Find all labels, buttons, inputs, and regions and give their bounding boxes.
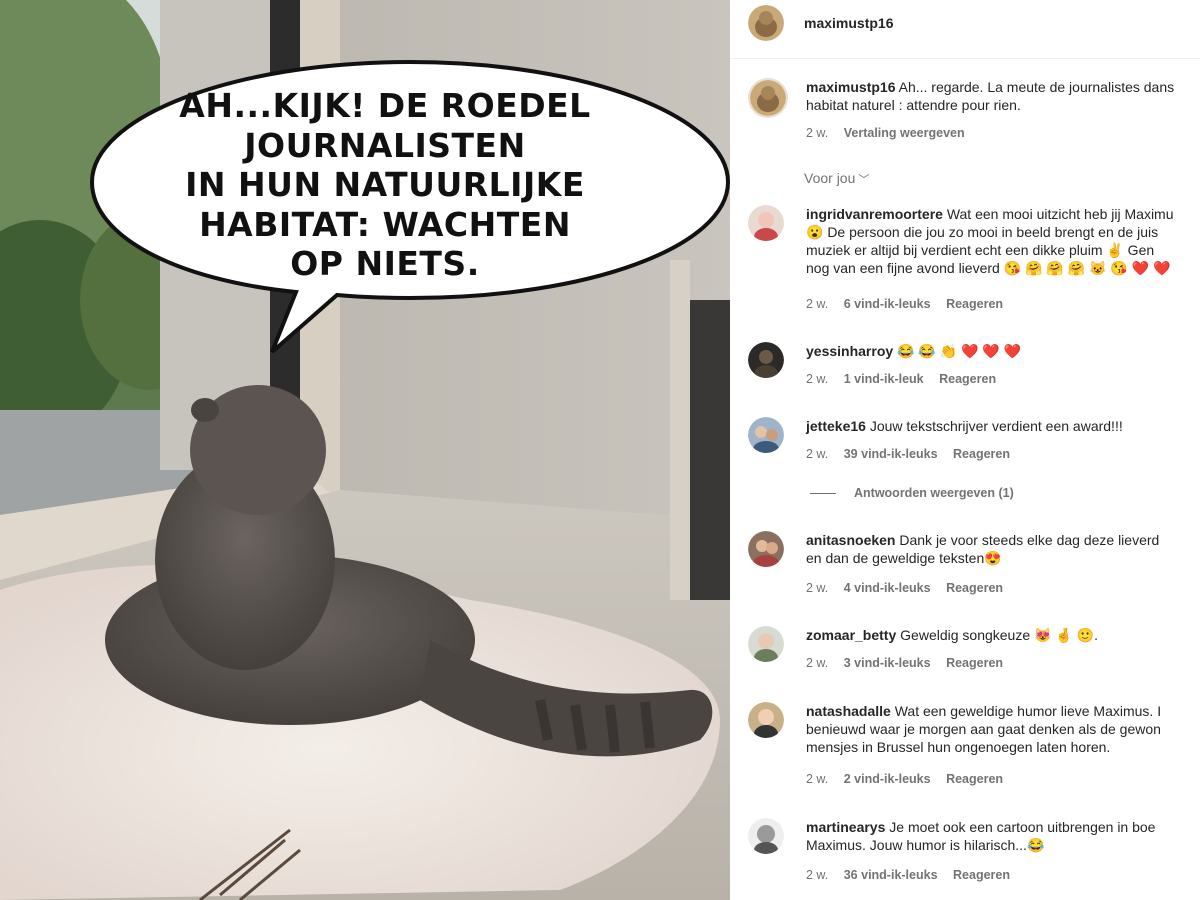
comment-text: ingridvanremoortere Wat een mooi uitzich… [806, 205, 1200, 277]
comment-text: martinearys Je moet ook een cartoon uitb… [806, 818, 1200, 854]
chevron-down-icon: ﹀ [858, 174, 870, 186]
comment-text: anitasnoeken Dank je voor steeds elke da… [806, 531, 1200, 567]
reply-button[interactable]: Reageren [939, 372, 996, 386]
comment-meta: 2 w. 3 vind-ik-leuks Reageren [806, 656, 1015, 670]
comment-time: 2 w. [806, 447, 829, 461]
comment-time: 2 w. [806, 126, 829, 140]
view-replies-button[interactable]: Antwoorden weergeven (1) [810, 486, 1014, 500]
likes-count[interactable]: 2 vind-ik-leuks [844, 772, 931, 786]
replies-divider [810, 493, 836, 495]
comment-text: zomaar_betty Geweldig songkeuze 😻 🤞 🙂. [806, 626, 1200, 644]
comment-time: 2 w. [806, 581, 829, 595]
comments-panel: maximustp16 maximustp16 Ah... regarde. L… [730, 0, 1200, 900]
comment-line: Dank je voor steeds elke dag deze liever… [899, 532, 1160, 548]
comment-meta: 2 w. 4 vind-ik-leuks Reageren [806, 581, 1015, 595]
comment-time: 2 w. [806, 656, 829, 670]
comment-username[interactable]: ingridvanremoortere [806, 206, 943, 222]
comment-text: natashadalle Wat een geweldige humor lie… [806, 702, 1200, 756]
comment-time: 2 w. [806, 372, 829, 386]
avatar[interactable] [748, 626, 784, 662]
reply-button[interactable]: Reageren [953, 447, 1010, 461]
reply-button[interactable]: Reageren [946, 581, 1003, 595]
post-header: maximustp16 [730, 0, 1200, 59]
bubble-line-3: IN HUN NATUURLIJKE [185, 165, 585, 204]
comment-sort-dropdown[interactable]: Voor jou ﹀ [804, 170, 869, 187]
comment-meta: 2 w. 39 vind-ik-leuks Reageren [806, 447, 1022, 461]
comment-line: Jouw tekstschrijver verdient een award!!… [869, 418, 1123, 434]
avatar[interactable] [748, 78, 788, 118]
comment-meta: 2 w. Vertaling weergeven [806, 126, 977, 140]
bubble-line-4: HABITAT: WACHTEN [199, 204, 571, 244]
comment-meta: 2 w. 1 vind-ik-leuk Reageren [806, 372, 1008, 386]
reply-button[interactable]: Reageren [946, 656, 1003, 670]
reply-button[interactable]: Reageren [946, 297, 1003, 311]
likes-count[interactable]: 6 vind-ik-leuks [844, 297, 931, 311]
speech-bubble-text: AH...KIJK! DE ROEDEL JOURNALISTEN IN HUN… [160, 86, 610, 284]
post-image[interactable]: AH...KIJK! DE ROEDEL JOURNALISTEN IN HUN… [0, 0, 730, 900]
likes-count[interactable]: 39 vind-ik-leuks [844, 447, 938, 461]
comment-username[interactable]: jetteke16 [806, 418, 866, 434]
comment-time: 2 w. [806, 868, 829, 882]
bubble-line-5: OP NIETS. [290, 244, 480, 283]
likes-count[interactable]: 4 vind-ik-leuks [844, 581, 931, 595]
comment-line: benieuwd waar je morgen aan gaat denken … [806, 721, 1161, 737]
avatar[interactable] [748, 531, 784, 567]
comment-line: 😂 😂 👏 ❤️ ❤️ ❤️ [897, 343, 1022, 359]
likes-count[interactable]: 3 vind-ik-leuks [844, 656, 931, 670]
reply-button[interactable]: Reageren [946, 772, 1003, 786]
comment-line: nog van een fijne avond lieverd 😘 🤗 🤗 🤗 … [806, 260, 1171, 276]
comment-meta: 2 w. 36 vind-ik-leuks Reageren [806, 868, 1022, 882]
comment-line: Wat een mooi uitzicht heb jij Maximu [946, 206, 1174, 222]
comment-time: 2 w. [806, 297, 829, 311]
comment-line: Wat een geweldige humor lieve Maximus. I [894, 703, 1162, 719]
comment-username[interactable]: zomaar_betty [806, 627, 896, 643]
bubble-line-2: JOURNALISTEN [244, 125, 526, 165]
comment-line: muziek er altijd bij verdient echt een d… [806, 242, 1155, 258]
caption-line-2: habitat naturel : attendre pour rien. [806, 97, 1021, 113]
comment-username[interactable]: yessinharroy [806, 343, 893, 359]
avatar[interactable] [748, 702, 784, 738]
reply-button[interactable]: Reageren [953, 868, 1010, 882]
comment-line: Geweldig songkeuze 😻 🤞 🙂. [900, 627, 1098, 643]
bubble-line-1: AH...KIJK! DE ROEDEL [179, 86, 591, 125]
comment-meta: 2 w. 2 vind-ik-leuks Reageren [806, 772, 1015, 786]
avatar[interactable] [748, 417, 784, 453]
comment-meta: 2 w. 6 vind-ik-leuks Reageren [806, 297, 1015, 311]
likes-count[interactable]: 36 vind-ik-leuks [844, 868, 938, 882]
avatar[interactable] [748, 205, 784, 241]
comment-line: Je moet ook een cartoon uitbrengen in bo… [889, 819, 1156, 835]
comment-line: 😮 De persoon die jou zo mooi in beeld br… [806, 224, 1159, 240]
comment-username[interactable]: maximustp16 [806, 79, 895, 95]
comment-text: yessinharroy 😂 😂 👏 ❤️ ❤️ ❤️ [806, 342, 1200, 360]
translate-link[interactable]: Vertaling weergeven [844, 126, 965, 140]
comment-text: jetteke16 Jouw tekstschrijver verdient e… [806, 417, 1200, 435]
avatar[interactable] [748, 5, 784, 41]
avatar[interactable] [748, 342, 784, 378]
post-author-username[interactable]: maximustp16 [804, 15, 893, 31]
comment-line: en dan de geweldige teksten😍 [806, 550, 1002, 566]
view-replies-label: Antwoorden weergeven (1) [854, 486, 1014, 500]
comment-line: Maximus. Jouw humor is hilarisch...😂 [806, 837, 1045, 853]
caption-line-1: Ah... regarde. La meute de journalistes … [898, 79, 1175, 95]
likes-count[interactable]: 1 vind-ik-leuk [844, 372, 924, 386]
comment-time: 2 w. [806, 772, 829, 786]
comment-line: mensjes in Brussel hun ongenoegen laten … [806, 739, 1111, 755]
comment-username[interactable]: natashadalle [806, 703, 891, 719]
caption-text: maximustp16 Ah... regarde. La meute de j… [806, 78, 1200, 114]
avatar[interactable] [748, 818, 784, 854]
comment-username[interactable]: martinearys [806, 819, 885, 835]
sort-label: Voor jou [804, 170, 856, 186]
comment-username[interactable]: anitasnoeken [806, 532, 895, 548]
